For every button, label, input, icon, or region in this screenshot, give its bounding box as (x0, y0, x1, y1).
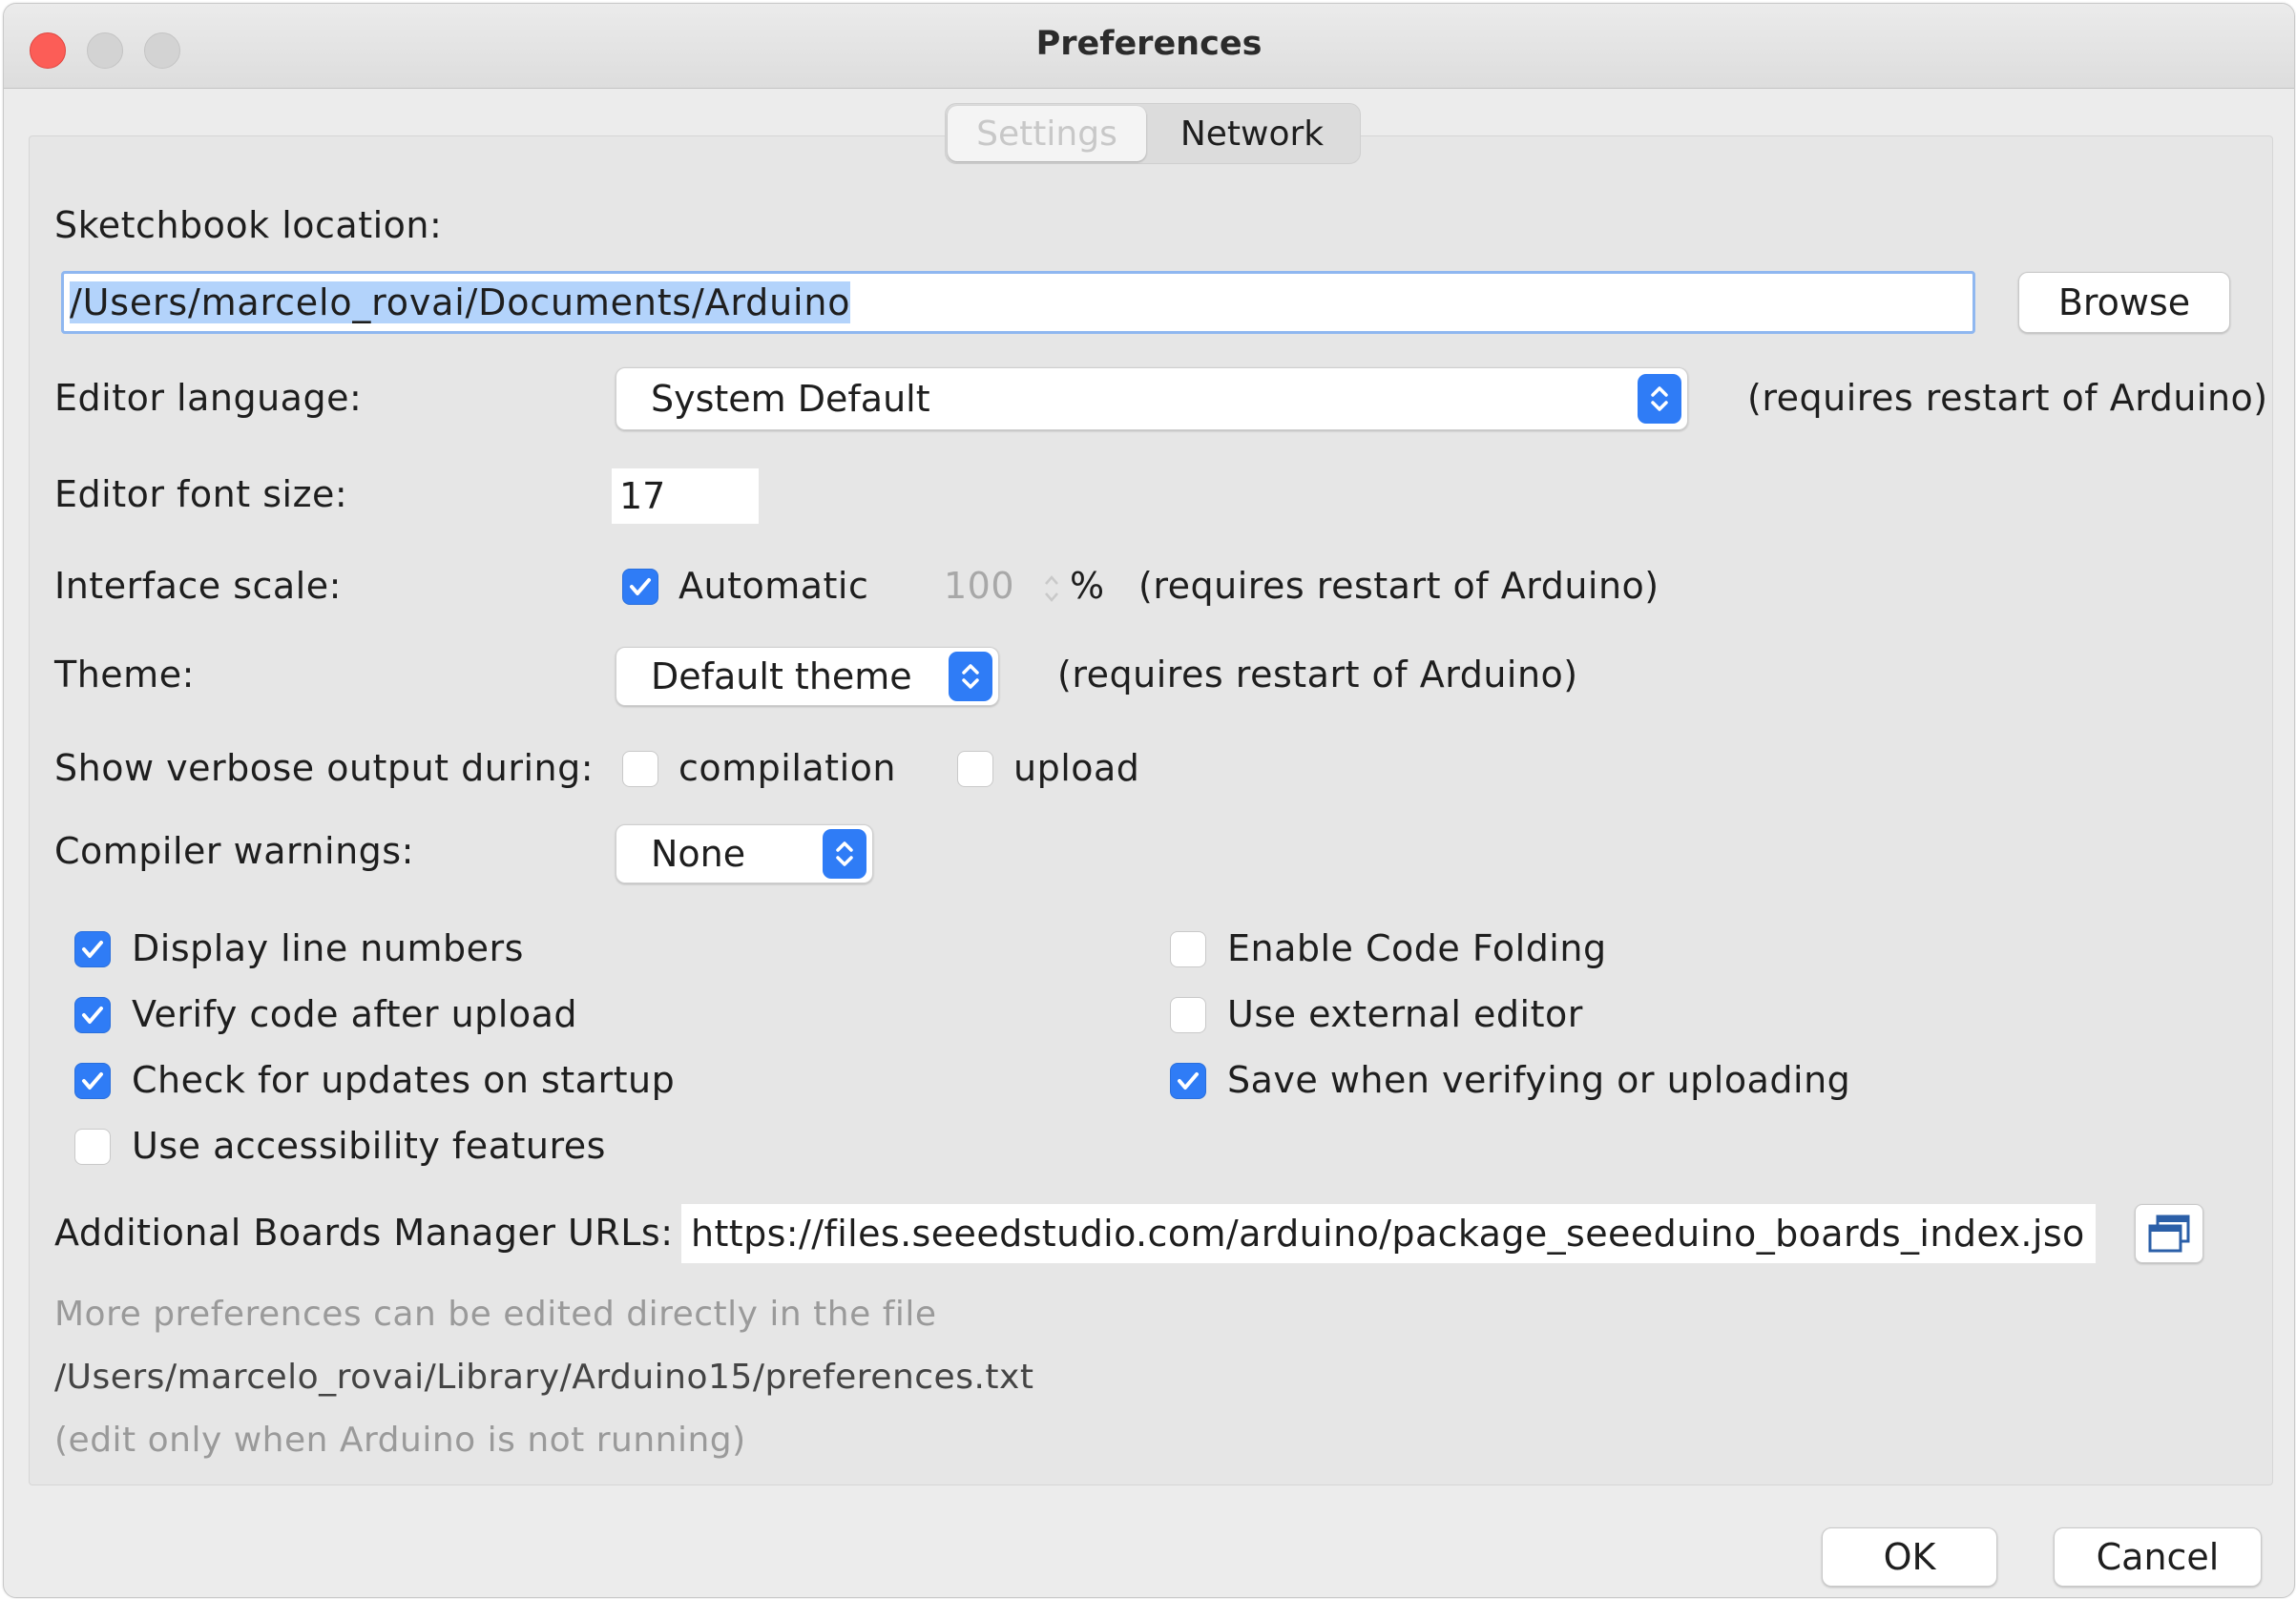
theme-value: Default theme (651, 655, 912, 697)
compiler-warnings-value: None (651, 833, 746, 875)
verbose-compilation-label: compilation (678, 747, 896, 789)
info-line-3: (edit only when Arduino is not running) (54, 1421, 746, 1460)
checkmark-icon (1178, 1072, 1199, 1090)
check-updates-label: Check for updates on startup (132, 1059, 676, 1101)
verbose-upload-label: upload (1013, 747, 1140, 789)
ok-button[interactable]: OK (1822, 1527, 1997, 1587)
chevron-updown-icon (823, 829, 866, 879)
scale-unit-label: % (1070, 565, 1105, 607)
cancel-button[interactable]: Cancel (2054, 1527, 2262, 1587)
automatic-scale-label: Automatic (678, 565, 869, 607)
code-folding-checkbox[interactable] (1170, 931, 1206, 967)
verify-code-label: Verify code after upload (132, 993, 577, 1035)
external-editor-checkbox[interactable] (1170, 997, 1206, 1033)
editor-language-label: Editor language: (54, 377, 363, 419)
interface-scale-label: Interface scale: (54, 565, 342, 607)
editor-language-select[interactable]: System Default (616, 367, 1688, 430)
preferences-file-path: /Users/marcelo_rovai/Library/Arduino15/p… (54, 1358, 1034, 1397)
editor-language-value: System Default (651, 378, 930, 420)
verbose-compilation-checkbox[interactable] (622, 751, 658, 787)
font-size-input[interactable]: 17 (612, 468, 759, 524)
chevron-updown-icon (949, 652, 992, 701)
scale-stepper-icon[interactable] (1039, 563, 1064, 618)
window-title: Preferences (1035, 25, 1263, 63)
info-line-1: More preferences can be edited directly … (54, 1295, 937, 1334)
compiler-warnings-label: Compiler warnings: (54, 830, 414, 872)
theme-note: (requires restart of Arduino) (1057, 654, 1578, 696)
tab-network[interactable]: Network (1146, 106, 1358, 161)
interface-scale-note: (requires restart of Arduino) (1138, 565, 1659, 607)
accessibility-checkbox[interactable] (74, 1129, 111, 1165)
boards-manager-urls-input[interactable]: https://files.seeedstudio.com/arduino/pa… (681, 1204, 2096, 1263)
title-bar: Preferences (4, 4, 2294, 89)
scale-value-field[interactable]: 100 (944, 565, 1014, 607)
checkmark-icon (82, 1007, 103, 1024)
preferences-window: Preferences Settings Network Sketchbook … (3, 3, 2295, 1598)
settings-panel (29, 135, 2273, 1485)
boards-manager-label: Additional Boards Manager URLs: (54, 1212, 674, 1254)
compiler-warnings-select[interactable]: None (616, 824, 873, 883)
tab-bar: Settings Network (945, 103, 1361, 164)
chevron-updown-icon (1638, 374, 1681, 424)
browse-button[interactable]: Browse (2018, 272, 2230, 333)
display-line-numbers-label: Display line numbers (132, 927, 524, 969)
code-folding-label: Enable Code Folding (1227, 927, 1607, 969)
automatic-scale-checkbox[interactable] (622, 569, 658, 605)
theme-select[interactable]: Default theme (616, 647, 999, 706)
sketchbook-location-value: /Users/marcelo_rovai/Documents/Arduino (70, 281, 851, 323)
save-on-verify-checkbox[interactable] (1170, 1063, 1206, 1099)
sketchbook-label: Sketchbook location: (54, 204, 443, 246)
checkmark-icon (82, 1072, 103, 1090)
expand-window-icon (2148, 1215, 2190, 1253)
verbose-upload-checkbox[interactable] (957, 751, 993, 787)
save-on-verify-label: Save when verifying or uploading (1227, 1059, 1851, 1101)
verify-code-checkbox[interactable] (74, 997, 111, 1033)
accessibility-label: Use accessibility features (132, 1125, 606, 1167)
sketchbook-location-input[interactable]: /Users/marcelo_rovai/Documents/Arduino (61, 271, 1975, 334)
expand-urls-button[interactable] (2135, 1204, 2203, 1263)
display-line-numbers-checkbox[interactable] (74, 931, 111, 967)
theme-label: Theme: (54, 654, 195, 696)
check-updates-checkbox[interactable] (74, 1063, 111, 1099)
verbose-label: Show verbose output during: (54, 747, 595, 789)
font-size-label: Editor font size: (54, 473, 348, 515)
tab-settings[interactable]: Settings (948, 106, 1146, 161)
external-editor-label: Use external editor (1227, 993, 1583, 1035)
checkmark-icon (82, 941, 103, 958)
checkmark-icon (630, 578, 651, 595)
editor-language-note: (requires restart of Arduino) (1747, 377, 2268, 419)
